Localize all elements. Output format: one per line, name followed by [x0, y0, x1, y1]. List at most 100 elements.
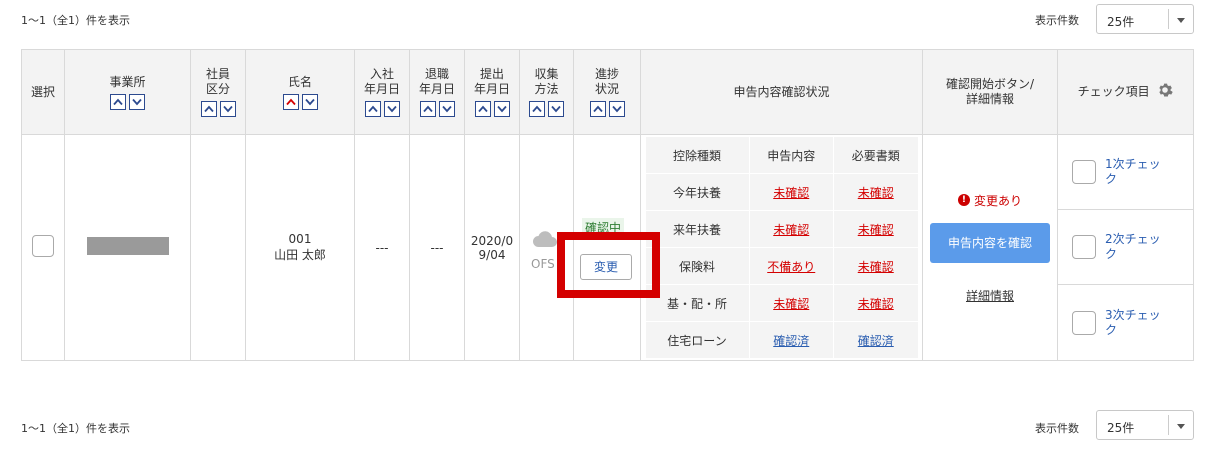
row-select-checkbox[interactable] [32, 235, 54, 257]
result-count-top: 1～1（全1）件を表示 [21, 14, 130, 27]
chevron-up-icon [422, 105, 433, 113]
header-select: 選択 [21, 49, 65, 135]
chevron-down-icon [611, 105, 622, 113]
chevron-up-icon [477, 105, 488, 113]
alert-icon: ! [957, 194, 970, 206]
submit-date-2: 9/04 [478, 247, 506, 262]
per-page-value: 25件 [1107, 15, 1135, 29]
submit-date-1: 2020/0 [470, 233, 514, 248]
employee-name: 山田 太郎 [274, 248, 326, 262]
deduction-type: 来年扶養 [644, 210, 750, 248]
header-name: 氏名 [245, 49, 355, 135]
check-item-3: 3次チェック [1058, 285, 1193, 360]
header-emp-type: 社員 区分 [190, 49, 246, 135]
declaration-link[interactable]: 未確認 [773, 223, 809, 237]
employee-table: 選択 事業所 社員 区分 氏名 入社 年月日 退職 年月日 提出 年月日 収集 … [21, 49, 1194, 361]
docs-link[interactable]: 未確認 [858, 186, 894, 200]
retire-date: --- [409, 134, 465, 361]
table-row: 001 山田 太郎 --- --- 2020/0 9/04 OFS 確認中 変更 [21, 134, 1194, 361]
deduction-type: 住宅ローン [644, 321, 750, 359]
header-retire-date: 退職 年月日 [409, 49, 465, 135]
redacted-office [86, 237, 169, 255]
employee-number: 001 [288, 232, 312, 246]
confirm-declaration-button[interactable]: 申告内容を確認 [930, 222, 1050, 263]
per-page-select-bottom[interactable]: 25件 [1096, 410, 1194, 440]
chevron-down-icon [132, 98, 142, 105]
header-declaration-status: 申告内容確認状況 [640, 49, 923, 135]
header-progress: 進捗 状況 [573, 49, 641, 135]
sort-desc-progress[interactable] [608, 101, 625, 117]
per-page-select-top[interactable]: 25件 [1096, 4, 1194, 34]
check-item-1: 1次チェック [1058, 135, 1193, 210]
docs-link[interactable]: 未確認 [858, 260, 894, 274]
result-count-bottom: 1～1（全1）件を表示 [21, 422, 130, 435]
sort-asc-submit[interactable] [474, 101, 491, 117]
docs-link[interactable]: 未確認 [858, 223, 894, 237]
change-notice: ! 変更あり [923, 192, 1057, 209]
check-3-checkbox[interactable] [1072, 310, 1096, 335]
check-3-label[interactable]: 3次チェック [1105, 308, 1171, 338]
gear-icon[interactable] [1157, 82, 1174, 102]
chevron-down-icon [551, 105, 561, 113]
chevron-up-icon [367, 105, 378, 113]
per-page-label-bottom: 表示件数 [1035, 422, 1079, 435]
deduction-type: 今年扶養 [644, 173, 750, 211]
declaration-status-table: 控除種類 申告内容 必要書類 今年扶養 未確認 未確認 来年扶養 未確認 未確認 [644, 136, 919, 359]
detail-info-link[interactable]: 詳細情報 [966, 287, 1014, 304]
sort-desc-retire[interactable] [438, 101, 455, 117]
header-check-items: チェック項目 [1057, 49, 1194, 135]
header-office: 事業所 [64, 49, 191, 135]
inner-header: 必要書類 [833, 136, 919, 174]
sort-asc-progress[interactable] [589, 101, 606, 117]
docs-link[interactable]: 未確認 [858, 297, 894, 311]
chevron-up-icon [285, 98, 296, 105]
sort-desc-name[interactable] [301, 93, 318, 110]
check-2-label[interactable]: 2次チェック [1105, 232, 1171, 262]
chevron-up-icon [113, 98, 123, 105]
sort-desc-hire[interactable] [383, 101, 400, 117]
per-page-value: 25件 [1107, 421, 1135, 435]
chevron-down-icon [1177, 424, 1185, 429]
sort-asc-collect[interactable] [529, 101, 545, 117]
sort-asc-emp-type[interactable] [200, 101, 217, 117]
sort-desc-office[interactable] [129, 93, 145, 110]
header-collect-method: 収集 方法 [519, 49, 574, 135]
sort-asc-name[interactable] [282, 93, 299, 110]
sort-asc-hire[interactable] [364, 101, 381, 117]
chevron-down-icon [386, 105, 397, 113]
deduction-type: 基・配・所 [644, 284, 750, 322]
declaration-link[interactable]: 確認済 [773, 334, 809, 348]
chevron-up-icon [532, 105, 542, 113]
sort-desc-collect[interactable] [548, 101, 564, 117]
deduction-type: 保険料 [644, 247, 750, 285]
change-button[interactable]: 変更 [580, 254, 632, 280]
docs-link[interactable]: 確認済 [858, 334, 894, 348]
sort-asc-retire[interactable] [419, 101, 436, 117]
declaration-link[interactable]: 不備あり [767, 260, 815, 274]
inner-header: 控除種類 [644, 136, 750, 174]
inner-header: 申告内容 [748, 136, 834, 174]
header-confirm: 確認開始ボタン/詳細情報 [922, 49, 1058, 135]
sort-desc-submit[interactable] [493, 101, 510, 117]
chevron-down-icon [496, 105, 507, 113]
chevron-up-icon [592, 105, 603, 113]
cloud-icon [533, 231, 557, 247]
chevron-up-icon [203, 105, 214, 113]
check-2-checkbox[interactable] [1072, 235, 1096, 259]
check-item-2: 2次チェック [1058, 210, 1193, 285]
check-1-label[interactable]: 1次チェック [1105, 157, 1171, 187]
header-submit-date: 提出 年月日 [464, 49, 520, 135]
chevron-down-icon [304, 98, 315, 105]
per-page-label-top: 表示件数 [1035, 14, 1079, 27]
declaration-link[interactable]: 未確認 [773, 297, 809, 311]
check-1-checkbox[interactable] [1072, 160, 1096, 184]
collect-method: OFS [531, 257, 555, 271]
header-hire-date: 入社 年月日 [354, 49, 410, 135]
chevron-down-icon [222, 105, 233, 113]
hire-date: --- [354, 134, 410, 361]
declaration-link[interactable]: 未確認 [773, 186, 809, 200]
sort-desc-emp-type[interactable] [219, 101, 236, 117]
sort-asc-office[interactable] [110, 93, 126, 110]
chevron-down-icon [1177, 18, 1185, 23]
emp-type-cell [190, 134, 246, 361]
